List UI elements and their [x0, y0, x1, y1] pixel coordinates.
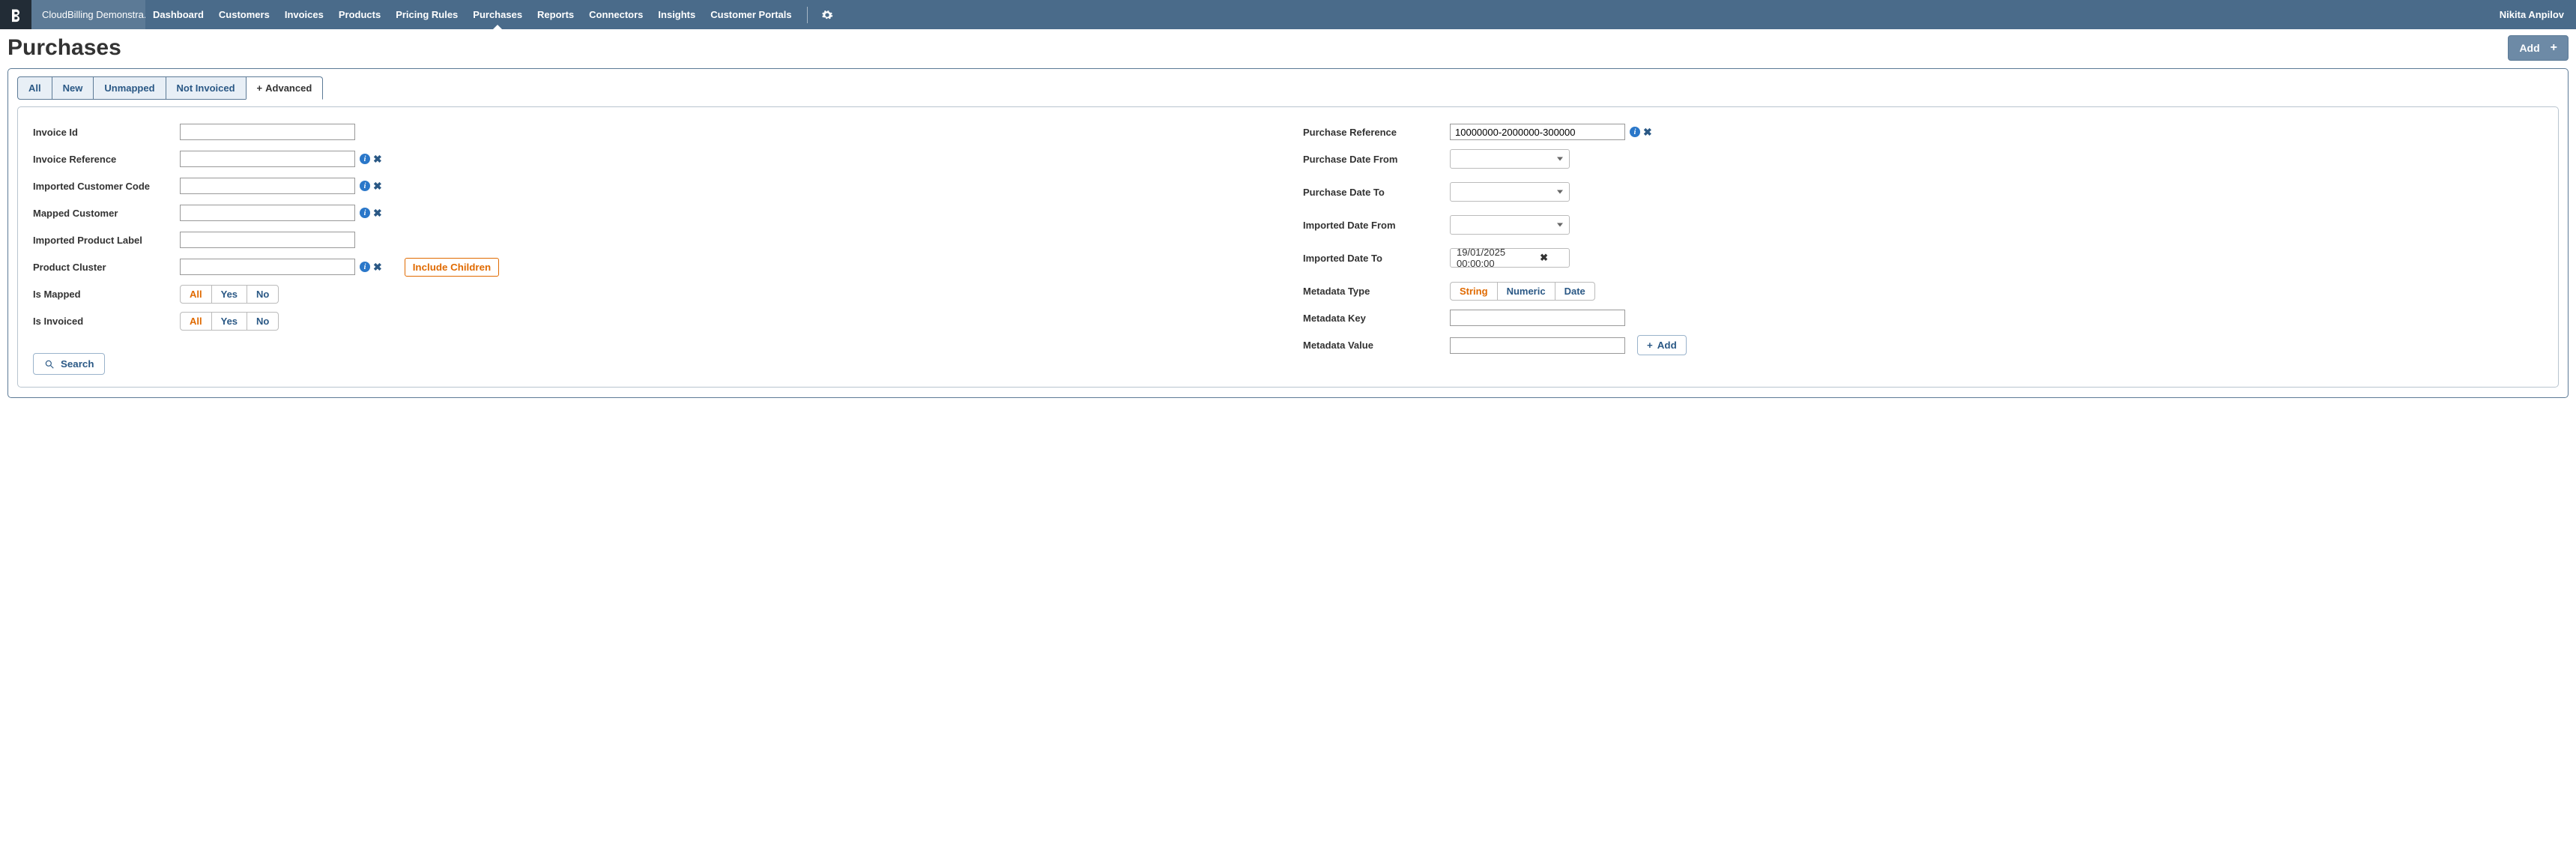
plus-icon: + [2551, 41, 2557, 55]
nav-item-dashboard[interactable]: Dashboard [145, 0, 211, 29]
input-imported-date-to[interactable]: 19/01/2025 00:00:00 ✖ [1450, 248, 1570, 268]
add-button[interactable]: Add + [2508, 35, 2569, 61]
label-is-invoiced: Is Invoiced [33, 316, 180, 327]
search-button[interactable]: Search [33, 353, 105, 375]
nav-items: DashboardCustomersInvoicesProductsPricin… [145, 0, 799, 29]
label-imported-date-to: Imported Date To [1303, 253, 1450, 264]
filter-pane: AllNewUnmappedNot Invoiced +Advanced Inv… [7, 68, 2569, 398]
seg-option-numeric[interactable]: Numeric [1498, 282, 1555, 301]
chevron-down-icon [1557, 157, 1563, 161]
info-icon[interactable]: i [360, 181, 370, 191]
nav-item-reports[interactable]: Reports [530, 0, 581, 29]
seg-option-no[interactable]: No [247, 285, 279, 304]
segmented-metadata-type: StringNumericDate [1450, 282, 1595, 301]
app-logo[interactable] [0, 0, 31, 29]
filter-tab-bar: AllNewUnmappedNot Invoiced +Advanced [8, 69, 2568, 100]
breadcrumb-org[interactable]: CloudBilling Demonstra... [31, 0, 145, 29]
clear-icon[interactable]: ✖ [373, 153, 382, 166]
label-imported-customer-code: Imported Customer Code [33, 181, 180, 192]
nav-item-customers[interactable]: Customers [211, 0, 277, 29]
tab-advanced[interactable]: +Advanced [246, 76, 324, 100]
label-imported-date-from: Imported Date From [1303, 220, 1450, 231]
plus-icon: + [257, 82, 263, 94]
tab-not-invoiced[interactable]: Not Invoiced [166, 76, 247, 100]
nav-item-pricing-rules[interactable]: Pricing Rules [388, 0, 465, 29]
include-children-button[interactable]: Include Children [405, 258, 499, 277]
label-invoice-id: Invoice Id [33, 127, 180, 138]
add-button-label: Add [2519, 42, 2539, 54]
label-mapped-customer: Mapped Customer [33, 208, 180, 219]
nav-item-purchases[interactable]: Purchases [465, 0, 530, 29]
nav-item-invoices[interactable]: Invoices [277, 0, 331, 29]
clear-icon[interactable]: ✖ [1643, 126, 1652, 139]
settings-gear[interactable] [815, 9, 839, 21]
clear-icon[interactable]: ✖ [373, 261, 382, 274]
advanced-filters-panel: Invoice Id Invoice Reference i ✖ Importe… [17, 106, 2559, 388]
info-icon[interactable]: i [360, 154, 370, 164]
top-nav: CloudBilling Demonstra... DashboardCusto… [0, 0, 2576, 29]
info-icon[interactable]: i [360, 262, 370, 272]
label-metadata-type: Metadata Type [1303, 286, 1450, 297]
input-purchase-reference[interactable] [1450, 124, 1625, 140]
input-invoice-id[interactable] [180, 124, 355, 140]
nav-item-insights[interactable]: Insights [650, 0, 703, 29]
tab-unmapped[interactable]: Unmapped [94, 76, 166, 100]
page-title: Purchases [7, 35, 2508, 61]
seg-option-all[interactable]: All [180, 285, 212, 304]
gear-icon [821, 9, 833, 21]
label-imported-product-label: Imported Product Label [33, 235, 180, 246]
search-button-label: Search [61, 358, 94, 370]
tab-new[interactable]: New [52, 76, 94, 100]
clear-date-icon[interactable]: ✖ [1540, 252, 1548, 264]
tab-all[interactable]: All [17, 76, 52, 100]
input-imported-product-label[interactable] [180, 232, 355, 248]
filters-left-column: Invoice Id Invoice Reference i ✖ Importe… [33, 122, 1273, 375]
label-purchase-date-to: Purchase Date To [1303, 187, 1450, 198]
seg-option-yes[interactable]: Yes [212, 285, 247, 304]
seg-option-no[interactable]: No [247, 312, 279, 331]
nav-item-connectors[interactable]: Connectors [581, 0, 650, 29]
seg-option-yes[interactable]: Yes [212, 312, 247, 331]
info-icon[interactable]: i [360, 208, 370, 218]
input-metadata-value[interactable] [1450, 337, 1625, 354]
seg-option-string[interactable]: String [1450, 282, 1498, 301]
label-invoice-reference: Invoice Reference [33, 154, 180, 165]
label-product-cluster: Product Cluster [33, 262, 180, 273]
segmented-is-invoiced: AllYesNo [180, 312, 279, 331]
chevron-down-icon [1557, 223, 1563, 227]
info-icon[interactable]: i [1630, 127, 1640, 137]
date-value: 19/01/2025 00:00:00 [1457, 247, 1535, 269]
label-metadata-value: Metadata Value [1303, 340, 1450, 351]
input-invoice-reference[interactable] [180, 151, 355, 167]
filters-right-column: Purchase Reference i ✖ Purchase Date Fro… [1303, 122, 2543, 375]
input-purchase-date-to[interactable] [1450, 182, 1570, 202]
page-header: Purchases Add + [0, 29, 2576, 68]
add-metadata-button[interactable]: + Add [1637, 335, 1687, 355]
label-purchase-date-from: Purchase Date From [1303, 154, 1450, 165]
logo-icon [8, 7, 23, 22]
seg-option-all[interactable]: All [180, 312, 212, 331]
plus-icon: + [1647, 340, 1653, 351]
clear-icon[interactable]: ✖ [373, 207, 382, 220]
label-metadata-key: Metadata Key [1303, 313, 1450, 324]
input-imported-customer-code[interactable] [180, 178, 355, 194]
input-metadata-key[interactable] [1450, 310, 1625, 326]
input-product-cluster[interactable] [180, 259, 355, 275]
nav-item-products[interactable]: Products [331, 0, 388, 29]
seg-option-date[interactable]: Date [1555, 282, 1595, 301]
nav-divider [807, 7, 808, 23]
input-purchase-date-from[interactable] [1450, 149, 1570, 169]
clear-icon[interactable]: ✖ [373, 180, 382, 193]
segmented-is-mapped: AllYesNo [180, 285, 279, 304]
label-is-mapped: Is Mapped [33, 289, 180, 300]
tab-advanced-label: Advanced [265, 82, 312, 94]
label-purchase-reference: Purchase Reference [1303, 127, 1450, 138]
search-icon [44, 359, 55, 370]
nav-item-customer-portals[interactable]: Customer Portals [703, 0, 799, 29]
chevron-down-icon [1557, 190, 1563, 194]
input-mapped-customer[interactable] [180, 205, 355, 221]
input-imported-date-from[interactable] [1450, 215, 1570, 235]
user-name[interactable]: Nikita Anpilov [2488, 9, 2576, 20]
add-metadata-label: Add [1657, 340, 1677, 351]
